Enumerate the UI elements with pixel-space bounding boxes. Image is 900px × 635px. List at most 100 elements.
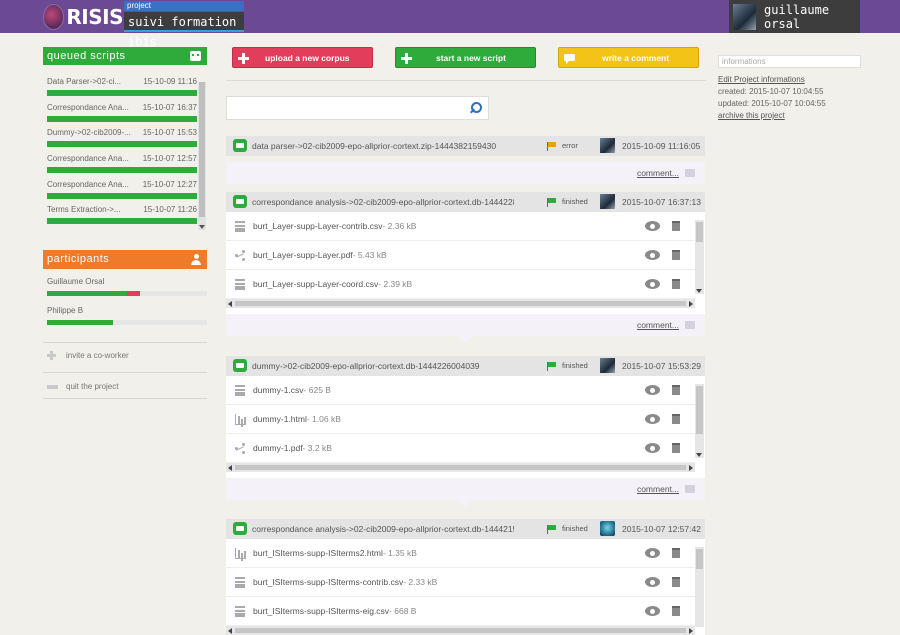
queue-item[interactable]: Correspondance Ana... 15-10-07 16:37 <box>47 103 197 128</box>
comment-link[interactable]: comment... <box>637 168 679 178</box>
activity-bar-red <box>127 291 140 296</box>
queue-scrollbar[interactable] <box>198 82 206 230</box>
eye-icon[interactable] <box>645 250 660 260</box>
write-comment-button[interactable]: write a comment <box>558 47 699 68</box>
eye-icon[interactable] <box>645 414 660 424</box>
scroll-right-arrow-icon[interactable] <box>689 301 693 307</box>
scroll-down-arrow-icon[interactable] <box>696 453 702 457</box>
scrollbar-thumb[interactable] <box>235 465 686 470</box>
trash-icon[interactable] <box>672 279 680 289</box>
file-list: burt_ISIterms-supp-ISIterms2.html- 1.35 … <box>226 539 705 635</box>
scrollbar-thumb[interactable] <box>235 301 686 306</box>
scroll-left-arrow-icon[interactable] <box>228 465 232 471</box>
quit-project-button[interactable]: quit the project <box>47 382 118 391</box>
scroll-left-arrow-icon[interactable] <box>228 301 232 307</box>
participant-item[interactable]: Guillaume Orsal <box>47 277 207 296</box>
eye-icon[interactable] <box>645 606 660 616</box>
queue-item[interactable]: Dummy->02-cib2009-... 15-10-07 15:53 <box>47 128 197 153</box>
file-label: burt_Layer-supp-Layer.pdf- 5.43 kB <box>253 250 387 260</box>
eye-icon[interactable] <box>645 221 660 231</box>
eye-icon[interactable] <box>645 577 660 587</box>
file-name[interactable]: dummy-1.csv <box>253 385 304 395</box>
search-icon[interactable] <box>469 102 482 114</box>
eye-icon[interactable] <box>645 548 660 558</box>
scrollbar-thumb[interactable] <box>235 628 686 633</box>
archive-project-link[interactable]: archive this project <box>718 111 785 120</box>
comment-link[interactable]: comment... <box>637 484 679 494</box>
file-name[interactable]: burt_ISIterms-supp-ISIterms2.html <box>253 548 383 558</box>
script-card-header[interactable]: correspondance analysis->02-cib2009-epo-… <box>226 192 705 212</box>
file-row[interactable]: burt_ISIterms-supp-ISIterms-eig.csv- 668… <box>226 597 696 626</box>
queue-item[interactable]: Terms Extraction->... 15-10-07 11:26 <box>47 205 197 230</box>
horizontal-scrollbar[interactable] <box>226 299 695 308</box>
scrollbar-thumb[interactable] <box>696 222 703 242</box>
trash-icon[interactable] <box>672 414 680 424</box>
file-row[interactable]: burt_ISIterms-supp-ISIterms-contrib.csv-… <box>226 568 696 597</box>
script-status-label: error <box>562 141 578 150</box>
scroll-right-arrow-icon[interactable] <box>689 465 693 471</box>
trash-icon[interactable] <box>672 443 680 453</box>
file-name[interactable]: burt_Layer-supp-Layer.pdf <box>253 250 353 260</box>
script-card-header[interactable]: correspondance analysis->02-cib2009-epo-… <box>226 519 705 539</box>
quit-project-label: quit the project <box>66 382 119 391</box>
trash-icon[interactable] <box>672 250 680 260</box>
invite-coworker-button[interactable]: invite a co-worker <box>47 351 129 360</box>
trash-icon[interactable] <box>672 577 680 587</box>
eye-icon[interactable] <box>645 385 660 395</box>
queue-item[interactable]: Data Parser->02-ci... 15-10-09 11:16 <box>47 77 197 102</box>
file-row[interactable]: dummy-1.pdf- 3.2 kB <box>226 434 696 463</box>
file-row[interactable]: dummy-1.html- 1.06 kB <box>226 405 696 434</box>
scrollbar-thumb[interactable] <box>696 549 703 569</box>
comment-icon[interactable] <box>685 321 695 329</box>
scroll-right-arrow-icon[interactable] <box>689 628 693 634</box>
file-name[interactable]: burt_Layer-supp-Layer-contrib.csv <box>253 221 382 231</box>
queue-item[interactable]: Correspondance Ana... 15-10-07 12:27 <box>47 180 197 205</box>
file-row[interactable]: burt_Layer-supp-Layer.pdf- 5.43 kB <box>226 241 696 270</box>
file-name[interactable]: dummy-1.pdf <box>253 443 303 453</box>
comment-icon[interactable] <box>685 485 695 493</box>
file-row[interactable]: burt_Layer-supp-Layer-coord.csv- 2.39 kB <box>226 270 696 299</box>
horizontal-scrollbar[interactable] <box>226 626 695 635</box>
queue-item-date: 15-10-07 12:27 <box>142 180 197 189</box>
script-title: dummy->02-cib2009-epo-allprior-cortext.d… <box>252 361 480 371</box>
horizontal-scrollbar[interactable] <box>226 463 695 472</box>
file-size: - 3.2 kB <box>302 443 332 453</box>
scroll-left-arrow-icon[interactable] <box>228 628 232 634</box>
file-row[interactable]: dummy-1.csv- 625 B <box>226 376 696 405</box>
comment-link[interactable]: comment... <box>637 320 679 330</box>
file-name[interactable]: dummy-1.html <box>253 414 307 424</box>
risis-logo[interactable]: RISIS <box>43 2 123 31</box>
start-script-button[interactable]: start a new script <box>395 47 536 68</box>
eye-icon[interactable] <box>645 279 660 289</box>
trash-icon[interactable] <box>672 606 680 616</box>
robot-icon <box>190 51 201 61</box>
file-name[interactable]: burt_ISIterms-supp-ISIterms-eig.csv <box>253 606 389 616</box>
trash-icon[interactable] <box>672 548 680 558</box>
eye-icon[interactable] <box>645 443 660 453</box>
comment-icon[interactable] <box>685 169 695 177</box>
scrollbar-thumb[interactable] <box>696 386 703 434</box>
scroll-down-arrow-icon[interactable] <box>696 289 702 293</box>
script-card-header[interactable]: data parser->02-cib2009-epo-allprior-cor… <box>226 136 705 156</box>
trash-icon[interactable] <box>672 221 680 231</box>
vertical-scrollbar[interactable] <box>695 220 704 294</box>
search-box[interactable] <box>226 96 489 120</box>
card-pointer <box>458 336 472 343</box>
scroll-down-arrow-icon[interactable] <box>199 225 205 229</box>
user-menu[interactable]: guillaume orsal <box>729 0 860 33</box>
scrollbar-thumb[interactable] <box>199 82 205 217</box>
file-row[interactable]: burt_ISIterms-supp-ISIterms2.html- 1.35 … <box>226 539 696 568</box>
script-card-header[interactable]: dummy->02-cib2009-epo-allprior-cortext.d… <box>226 356 705 376</box>
vertical-scrollbar[interactable] <box>695 547 704 627</box>
vertical-scrollbar[interactable] <box>695 384 704 458</box>
file-row[interactable]: burt_Layer-supp-Layer-contrib.csv- 2.36 … <box>226 212 696 241</box>
upload-corpus-button[interactable]: upload a new corpus <box>232 47 373 68</box>
participant-item[interactable]: Philippe B <box>47 306 207 325</box>
file-name[interactable]: burt_ISIterms-supp-ISIterms-contrib.csv <box>253 577 403 587</box>
edit-project-link[interactable]: Edit Project informations <box>718 75 805 84</box>
project-name[interactable]: suivi formation ibis <box>124 12 244 49</box>
trash-icon[interactable] <box>672 385 680 395</box>
queue-item-name: Dummy->02-cib2009-... <box>47 128 131 137</box>
file-name[interactable]: burt_Layer-supp-Layer-coord.csv <box>253 279 378 289</box>
queue-item[interactable]: Correspondance Ana... 15-10-07 12:57 <box>47 154 197 179</box>
